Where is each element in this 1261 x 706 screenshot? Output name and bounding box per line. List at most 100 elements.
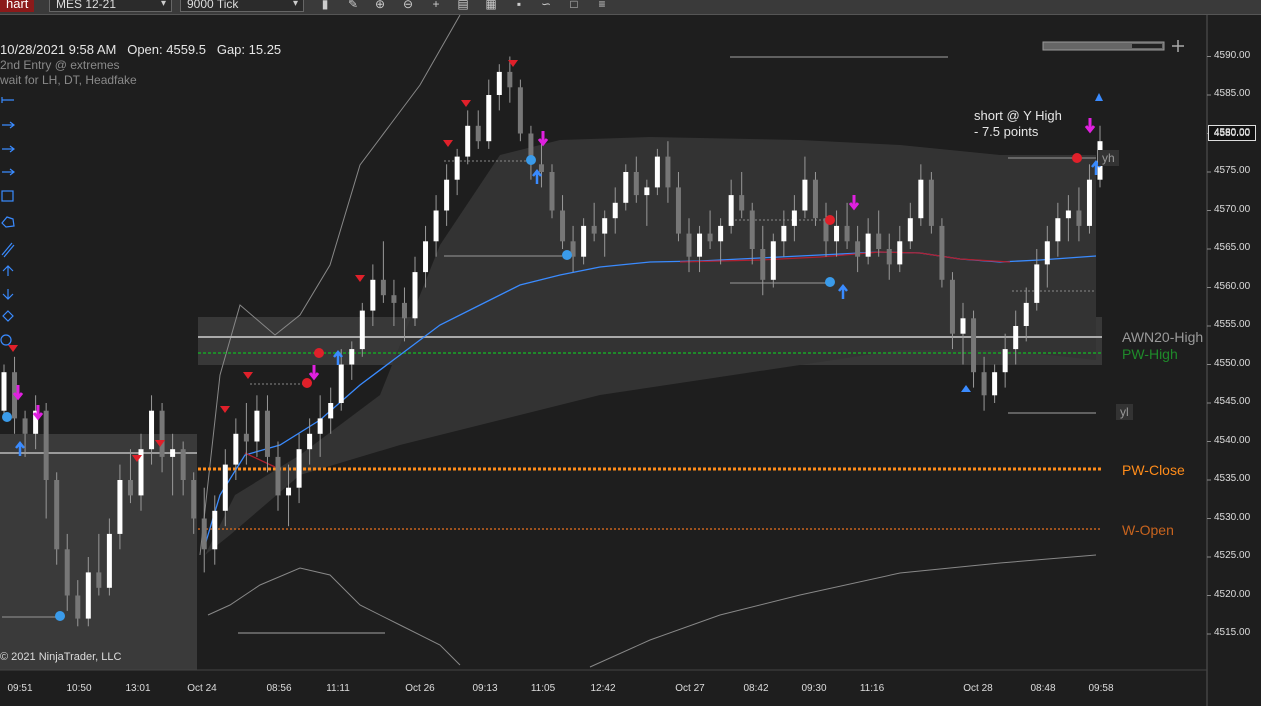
pencil-icon[interactable]: ✎ bbox=[345, 0, 361, 11]
price-chart[interactable] bbox=[0, 15, 1261, 706]
y-tick-label: 4540.00 bbox=[1214, 434, 1251, 446]
candle-down bbox=[517, 87, 523, 134]
candle-down bbox=[475, 125, 481, 142]
x-tick-label: Oct 26 bbox=[405, 683, 435, 694]
signal-dot-red bbox=[314, 348, 324, 358]
candle-down bbox=[391, 295, 397, 303]
x-tick-label: 11:16 bbox=[859, 683, 885, 694]
candle-up bbox=[623, 172, 629, 203]
scroll-thumb[interactable] bbox=[1132, 44, 1162, 48]
candle-down bbox=[191, 480, 197, 519]
y-tick-label: 4535.00 bbox=[1214, 473, 1251, 484]
chevron-down-icon: ▾ bbox=[292, 0, 298, 9]
y-tick-label: 4555.00 bbox=[1214, 319, 1251, 330]
candle-up bbox=[433, 210, 439, 242]
candle-up bbox=[897, 241, 903, 265]
candle-down bbox=[591, 225, 597, 234]
candle-up bbox=[296, 449, 302, 488]
trend-icon[interactable]: ∽ bbox=[538, 0, 554, 11]
annotation-line-2: - 7.5 points bbox=[974, 124, 1039, 139]
candle-up bbox=[728, 195, 734, 226]
candle-up bbox=[781, 225, 787, 242]
candle-up bbox=[212, 510, 218, 550]
x-tick-label: 09:58 bbox=[1088, 683, 1114, 694]
candle-down bbox=[264, 410, 270, 457]
candle-up bbox=[654, 156, 660, 188]
signal-dot-blue bbox=[562, 250, 572, 260]
snapshot-icon[interactable]: □ bbox=[566, 0, 582, 11]
candle-up bbox=[960, 318, 966, 334]
instrument-select[interactable]: MES 12-21 ▾ bbox=[49, 0, 172, 12]
candle-up bbox=[222, 464, 228, 511]
y-tick-label: 4530.00 bbox=[1214, 511, 1251, 523]
candle-up bbox=[581, 225, 587, 257]
candle-up bbox=[423, 241, 429, 273]
candle-up bbox=[444, 179, 450, 211]
candle-down bbox=[22, 418, 28, 434]
y-tick-label: 4550.00 bbox=[1214, 357, 1251, 369]
zoom-out-icon[interactable]: ⊖ bbox=[400, 0, 416, 11]
x-tick-label: 09:51 bbox=[7, 683, 33, 694]
x-tick-label: Oct 24 bbox=[187, 683, 217, 694]
candle-up bbox=[149, 410, 155, 450]
y-tick-label: 4570.00 bbox=[1214, 203, 1251, 215]
bar-info: 10/28/2021 9:58 AM Open: 4559.5 Gap: 15.… bbox=[0, 42, 282, 57]
strategies-icon[interactable]: ▦ bbox=[483, 0, 499, 11]
candle-up bbox=[1065, 210, 1071, 219]
x-tick-label: 11:05 bbox=[530, 683, 556, 694]
chart-tab[interactable]: hart bbox=[0, 0, 35, 12]
candle-down bbox=[64, 549, 70, 596]
candle-up bbox=[106, 533, 112, 588]
note-line-1: 2nd Entry @ extremes bbox=[0, 58, 120, 72]
zoom-in-icon[interactable]: ⊕ bbox=[372, 0, 388, 11]
signal-dot-red bbox=[302, 378, 312, 388]
candle-up bbox=[454, 156, 460, 180]
indicators-icon[interactable]: ▪ bbox=[511, 0, 527, 11]
candle-up bbox=[644, 187, 650, 196]
chevron-down-icon: ▾ bbox=[160, 0, 166, 9]
toolbar: hart MES 12-21 ▾ 9000 Tick ▾ ▮ ✎ ⊕ ⊖ + ▤… bbox=[0, 0, 1261, 15]
candle-down bbox=[96, 572, 102, 588]
y-tick-label: 4545.00 bbox=[1214, 396, 1251, 407]
candle-up bbox=[612, 202, 618, 219]
interval-select[interactable]: 9000 Tick ▾ bbox=[180, 0, 304, 12]
candle-up bbox=[697, 233, 703, 257]
candle-up bbox=[328, 403, 334, 419]
signal-dot-red bbox=[825, 215, 835, 225]
candle-down bbox=[1076, 210, 1082, 226]
candle-up bbox=[1023, 302, 1029, 326]
candle-down bbox=[549, 172, 555, 211]
candle-up bbox=[496, 71, 502, 95]
candle-down bbox=[243, 433, 249, 442]
signal-dot-blue bbox=[825, 277, 835, 287]
yl-label: yl bbox=[1116, 404, 1133, 420]
y-tick-label: 4575.00 bbox=[1214, 165, 1251, 176]
candle-up bbox=[918, 179, 924, 219]
y-axis-tick-marks bbox=[1207, 56, 1211, 635]
candle-up bbox=[802, 179, 808, 211]
x-tick-label: 08:48 bbox=[1030, 683, 1056, 694]
x-tick-label: 13:01 bbox=[125, 683, 151, 694]
candle-up bbox=[1034, 264, 1040, 303]
y-tick-label: 4525.00 bbox=[1214, 550, 1251, 561]
signal-dot-blue bbox=[526, 155, 536, 165]
x-tick-label: 08:42 bbox=[743, 683, 769, 694]
properties-icon[interactable]: ▤ bbox=[455, 0, 471, 11]
candle-up bbox=[370, 279, 376, 311]
candle-up bbox=[1086, 179, 1092, 226]
copyright: © 2021 NinjaTrader, LLC bbox=[0, 651, 122, 663]
x-tick-label: 12:42 bbox=[590, 683, 616, 694]
candle-down bbox=[633, 172, 639, 196]
candle-up bbox=[907, 218, 913, 242]
candle-up bbox=[465, 125, 471, 157]
menu-icon[interactable]: ≡ bbox=[594, 0, 610, 11]
crosshair-icon[interactable]: + bbox=[428, 0, 444, 11]
interval-value: 9000 Tick bbox=[187, 0, 239, 11]
bar-style-icon[interactable]: ▮ bbox=[317, 0, 333, 11]
note-line-2: wait for LH, DT, Headfake bbox=[0, 73, 137, 87]
candle-down bbox=[560, 210, 566, 242]
candle-down bbox=[939, 225, 945, 280]
instrument-value: MES 12-21 bbox=[56, 0, 117, 11]
y-tick-label: 4585.00 bbox=[1214, 88, 1251, 99]
candle-down bbox=[380, 279, 386, 296]
